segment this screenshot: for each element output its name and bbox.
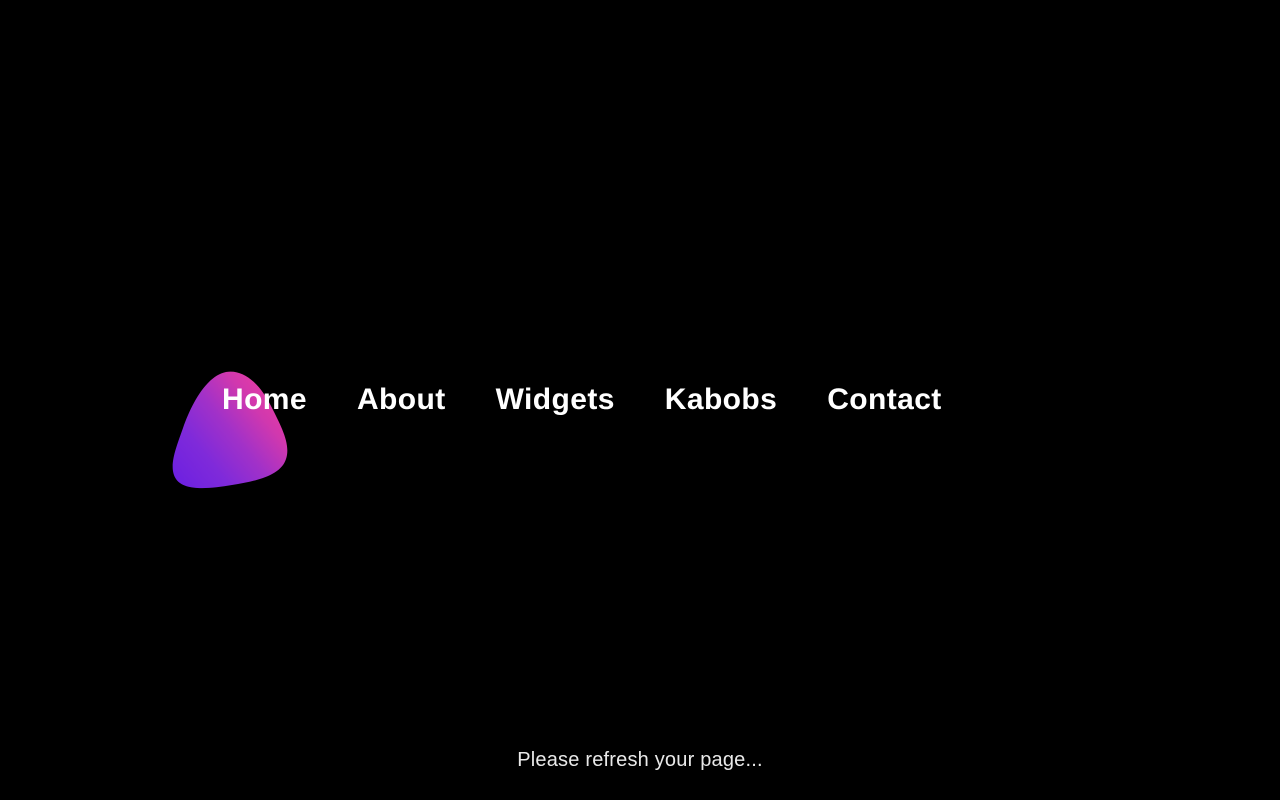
- page-root: Home About Widgets Kabobs Contact Please…: [0, 0, 1280, 800]
- nav-item-contact[interactable]: Contact: [827, 381, 941, 419]
- refresh-page-message: Please refresh your page...: [517, 749, 763, 771]
- nav-item-about[interactable]: About: [357, 381, 446, 419]
- primary-navigation: Home About Widgets Kabobs Contact: [222, 381, 942, 419]
- nav-item-kabobs[interactable]: Kabobs: [665, 381, 777, 419]
- nav-item-widgets[interactable]: Widgets: [496, 381, 615, 419]
- nav-item-home[interactable]: Home: [222, 381, 307, 419]
